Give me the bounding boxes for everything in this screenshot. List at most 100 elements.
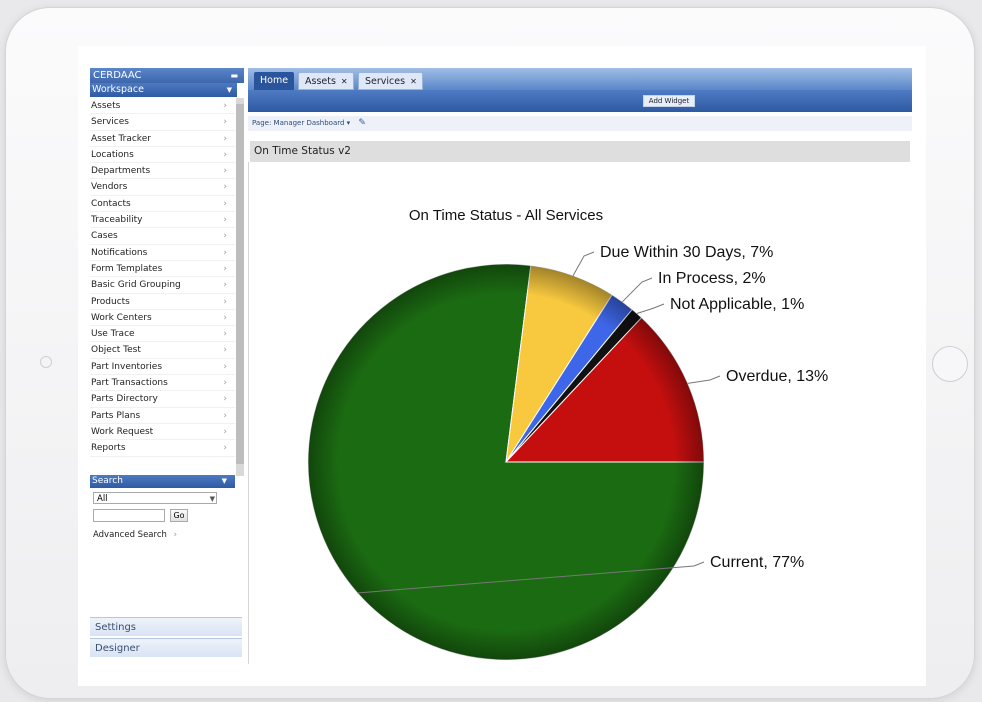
sidebar-item-label: Vendors: [91, 182, 128, 193]
dropdown-arrow-icon[interactable]: ▼: [210, 493, 215, 505]
sidebar-item-label: Contacts: [91, 198, 131, 209]
chevron-right-icon: ›: [223, 101, 227, 111]
data-label: In Process, 2%: [658, 270, 766, 287]
sidebar-item-label: Reports: [91, 443, 126, 454]
tab-assets[interactable]: Assets ✕: [298, 72, 354, 90]
search-input[interactable]: [93, 509, 165, 522]
sidebar-item[interactable]: Basic Grid Grouping ›: [90, 277, 235, 294]
sidebar-item[interactable]: Assets ›: [90, 98, 235, 115]
sidebar-item[interactable]: Products ›: [90, 294, 235, 310]
sidebar-item[interactable]: Reports ›: [90, 440, 235, 457]
sidebar-item[interactable]: Asset Tracker ›: [90, 131, 235, 147]
chevron-down-icon[interactable]: ▼: [222, 475, 227, 488]
workspace-menu: Assets › Services › Asset Tracker › Locations ›…: [90, 98, 235, 457]
tab-label: Services: [365, 76, 406, 87]
workspace-header[interactable]: Workspace ▼: [90, 83, 237, 97]
page-selector-bar: Page: Manager Dashboard ▾ ✎: [248, 116, 912, 131]
sidebar-item-label: Work Centers: [91, 312, 152, 323]
pin-icon[interactable]: ✎: [358, 118, 366, 128]
search-header[interactable]: Search ▼: [90, 475, 235, 488]
chart-title: On Time Status - All Services: [409, 207, 603, 224]
sidebar-item-label: Part Inventories: [91, 361, 163, 372]
chevron-right-icon: ›: [223, 443, 227, 454]
tablet-frame: CERDAAC ▬ Workspace ▼ Assets › Services › As…: [6, 8, 974, 698]
chevron-right-icon: ›: [223, 231, 227, 242]
close-icon[interactable]: ✕: [410, 77, 417, 86]
chevron-right-icon: ›: [223, 394, 227, 405]
sidebar-item-label: Assets: [91, 101, 121, 111]
leader-line: [572, 251, 595, 276]
sidebar-item[interactable]: Form Templates ›: [90, 261, 235, 278]
tab-services[interactable]: Services ✕: [358, 72, 423, 90]
chevron-right-icon: ›: [223, 182, 227, 193]
search-scope-value: All: [97, 494, 108, 504]
page-select[interactable]: Manager Dashboard ▾: [274, 119, 351, 127]
sidebar-item[interactable]: Work Centers ›: [90, 310, 235, 327]
sidebar-item-label: Services: [91, 117, 129, 128]
chevron-right-icon: ›: [173, 530, 177, 540]
data-label: Overdue, 13%: [726, 368, 828, 385]
sidebar-item-label: Form Templates: [91, 263, 163, 274]
data-label: Not Applicable, 1%: [670, 296, 804, 313]
chevron-right-icon: ›: [223, 133, 227, 144]
sidebar-item-label: Notifications: [91, 247, 148, 258]
sidebar-item[interactable]: Work Request ›: [90, 424, 235, 441]
sidebar-item[interactable]: Cases ›: [90, 228, 235, 245]
sidebar-item[interactable]: Vendors ›: [90, 179, 235, 196]
leader-line: [636, 303, 665, 314]
designer-panel-button[interactable]: Designer: [90, 638, 242, 657]
page-label: Page:: [252, 119, 272, 127]
sidebar-item-label: Cases: [91, 231, 118, 242]
advanced-search-link[interactable]: Advanced Search ›: [93, 530, 177, 540]
sidebar-item[interactable]: Contacts ›: [90, 196, 235, 213]
sidebar-item[interactable]: Departments ›: [90, 163, 235, 180]
chevron-right-icon: ›: [223, 312, 227, 323]
collapse-icon[interactable]: ▬: [230, 68, 238, 83]
sidebar-item[interactable]: Use Trace ›: [90, 326, 235, 343]
chevron-right-icon: ›: [223, 378, 227, 389]
sidebar-item[interactable]: Services ›: [90, 114, 235, 131]
sidebar-item-label: Parts Directory: [91, 394, 158, 405]
dashboard-toolbar: Add Widget: [248, 90, 912, 112]
chevron-right-icon: ›: [223, 117, 227, 128]
sidebar-item[interactable]: Part Transactions ›: [90, 375, 235, 392]
sidebar-item-label: Products: [91, 296, 130, 307]
sidebar-item[interactable]: Parts Plans ›: [90, 408, 235, 424]
home-button[interactable]: [932, 346, 968, 382]
sidebar-item[interactable]: Locations ›: [90, 147, 235, 164]
chevron-right-icon: ›: [223, 329, 227, 340]
screen: CERDAAC ▬ Workspace ▼ Assets › Services › As…: [78, 46, 926, 686]
advanced-search-label: Advanced Search: [93, 530, 167, 540]
go-button[interactable]: Go: [170, 509, 188, 522]
tab-home[interactable]: Home: [254, 72, 294, 90]
sidebar-item[interactable]: Traceability ›: [90, 212, 235, 229]
sidebar-item[interactable]: Object Test ›: [90, 342, 235, 359]
sidebar-item[interactable]: Parts Directory ›: [90, 391, 235, 408]
chevron-right-icon: ›: [223, 215, 227, 226]
sidebar-item-label: Departments: [91, 166, 151, 177]
search-label: Search: [92, 476, 123, 486]
sidebar-item-label: Use Trace: [91, 329, 135, 340]
close-icon[interactable]: ✕: [341, 77, 348, 86]
chevron-right-icon: ›: [223, 263, 227, 274]
brand-header[interactable]: CERDAAC ▬: [90, 68, 244, 83]
sidebar: CERDAAC ▬ Workspace ▼ Assets › Services › As…: [90, 68, 244, 664]
widget-title: On Time Status v2: [250, 141, 910, 162]
settings-panel-button[interactable]: Settings: [90, 617, 242, 636]
sidebar-item-label: Part Transactions: [91, 378, 168, 389]
data-label: Current, 77%: [710, 554, 804, 571]
chevron-right-icon: ›: [223, 345, 227, 356]
sidebar-item-label: Basic Grid Grouping: [91, 280, 181, 291]
sidebar-scrollbar-thumb[interactable]: [236, 104, 244, 464]
chevron-down-icon[interactable]: ▼: [227, 83, 232, 97]
sidebar-item[interactable]: Notifications ›: [90, 245, 235, 261]
sidebar-item-label: Parts Plans: [91, 410, 141, 421]
tab-bar: Home Assets ✕ Services ✕: [248, 68, 912, 90]
workspace-label: Workspace: [92, 84, 144, 95]
search-scope-select[interactable]: All ▼: [93, 492, 217, 504]
add-widget-button[interactable]: Add Widget: [643, 95, 695, 107]
sidebar-item-label: Work Request: [91, 426, 154, 437]
sidebar-item[interactable]: Part Inventories ›: [90, 359, 235, 376]
tab-label: Home: [260, 75, 289, 86]
tab-label: Assets: [305, 76, 336, 87]
